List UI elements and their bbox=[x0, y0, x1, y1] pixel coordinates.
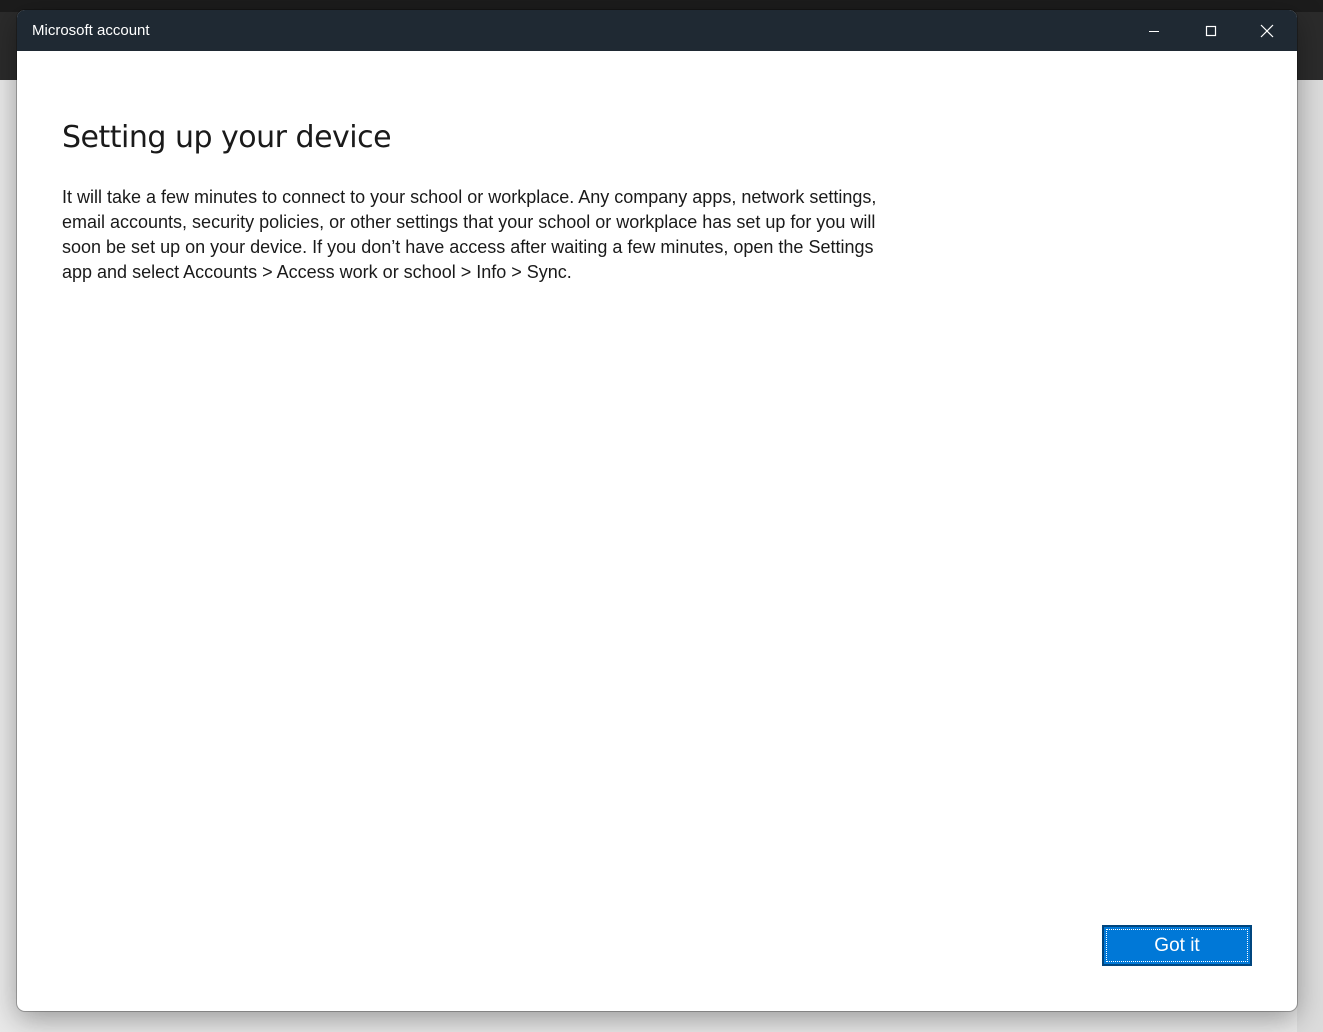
got-it-button[interactable]: Got it bbox=[1102, 925, 1252, 966]
close-icon bbox=[1260, 24, 1274, 37]
title-bar[interactable]: Microsoft account bbox=[17, 10, 1297, 51]
maximize-icon bbox=[1205, 25, 1217, 36]
content-area: Setting up your device It will take a fe… bbox=[17, 51, 1297, 1011]
maximize-button[interactable] bbox=[1183, 10, 1239, 51]
background-desktop bbox=[1297, 80, 1323, 1032]
close-button[interactable] bbox=[1239, 10, 1295, 51]
window-title: Microsoft account bbox=[32, 22, 150, 39]
minimize-icon bbox=[1149, 30, 1159, 32]
page-title: Setting up your device bbox=[62, 120, 392, 155]
minimize-button[interactable] bbox=[1126, 10, 1182, 51]
microsoft-account-window: Microsoft account Setting up your device… bbox=[17, 10, 1297, 1011]
description-text: It will take a few minutes to connect to… bbox=[62, 187, 877, 282]
